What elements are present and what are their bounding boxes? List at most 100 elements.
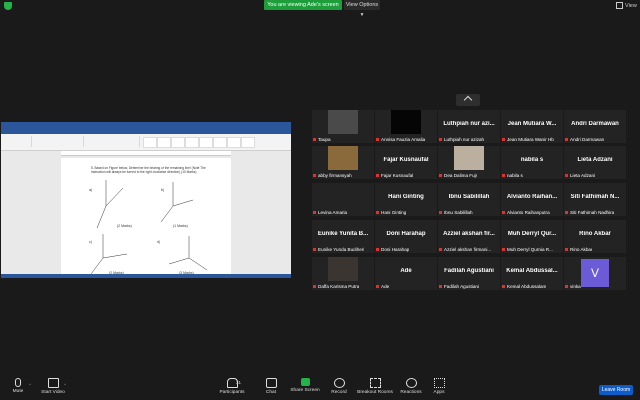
- participant-label: Luthpiah nur azizah: [439, 137, 484, 142]
- participant-tile[interactable]: Muh Derryl Qur... Muh Derryl Qurnia R...: [501, 220, 563, 253]
- mute-button[interactable]: Mute: [10, 378, 26, 394]
- muted-mic-icon: [439, 211, 442, 215]
- participant-tile[interactable]: Annisa Fauzia Amalia: [375, 110, 437, 143]
- breakout-rooms-button[interactable]: Breakout Rooms: [356, 378, 394, 395]
- participant-label: Levina Amaria: [313, 210, 347, 215]
- participant-tile[interactable]: Fadilah Agustiani Fadilah Agustiani: [438, 257, 500, 290]
- participant-tile[interactable]: Luthpiah nur azi... Luthpiah nur azizah: [438, 110, 500, 143]
- word-ruler: [61, 151, 231, 156]
- muted-mic-icon: [376, 174, 379, 178]
- top-bar: You are viewing Ade's screen View Option…: [0, 0, 640, 18]
- participant-name: Azziel akshan fir...: [443, 231, 495, 237]
- participant-tile[interactable]: Kemal Abdussal... Kemal Abdussalam: [501, 257, 563, 290]
- reactions-button[interactable]: Reactions: [398, 378, 424, 395]
- participant-label: vinka: [565, 284, 581, 289]
- participant-tile[interactable]: nabila s nabila s: [501, 146, 563, 179]
- muted-mic-icon: [502, 285, 505, 289]
- participant-label-text: Lieta Adzani: [570, 173, 596, 178]
- viewing-screen-banner: You are viewing Ade's screen: [264, 0, 342, 10]
- participant-tile[interactable]: Levina Amaria: [312, 183, 374, 216]
- participant-tile[interactable]: Rino Akbar Rino Akbar: [564, 220, 626, 253]
- view-button[interactable]: View: [616, 2, 637, 9]
- participant-label-text: vinka: [570, 284, 581, 289]
- muted-mic-icon: [502, 248, 505, 252]
- participant-label: Dea Dalima Fujr: [439, 173, 477, 178]
- view-options-button[interactable]: View Options ▾: [344, 0, 380, 18]
- muted-mic-icon: [502, 138, 505, 142]
- participant-tile[interactable]: Taupa: [312, 110, 374, 143]
- apps-button[interactable]: Apps: [430, 378, 448, 395]
- chat-button[interactable]: Chat: [262, 378, 280, 395]
- participant-tile[interactable]: Azziel akshan fir... Azziel akshan firma…: [438, 220, 500, 253]
- participant-tile[interactable]: Eunike Yunita B... Eunike Yunda Budiheri: [312, 220, 374, 253]
- ribbon-style: [227, 137, 241, 148]
- participant-label: Eunike Yunda Budiheri: [313, 247, 364, 252]
- participant-tile[interactable]: Ade Ade: [375, 257, 437, 290]
- marks-a: (2 Marks): [117, 224, 132, 228]
- muted-mic-icon: [502, 174, 505, 178]
- participant-label: Fajar Kusnaufal: [376, 173, 413, 178]
- reactions-label: Reactions: [400, 390, 422, 395]
- participant-name: Jean Mutiara W...: [507, 121, 557, 127]
- participant-label-text: Fajar Kusnaufal: [381, 173, 414, 178]
- participant-tile[interactable]: Andri Darmawan Andri Darmawan: [564, 110, 626, 143]
- ribbon-style: [171, 137, 185, 148]
- participant-tile[interactable]: Jean Mutiara W... Jean Mutiara Wanir Hb: [501, 110, 563, 143]
- muted-mic-icon: [376, 138, 379, 142]
- participant-label: Siti Fathimah Nadhira: [565, 210, 614, 215]
- record-button[interactable]: Record: [328, 378, 350, 395]
- participant-label-text: Daffa Karisma Putra: [318, 284, 360, 289]
- ribbon-paragraph-group: [85, 136, 140, 147]
- muted-mic-icon: [376, 248, 379, 252]
- start-video-button[interactable]: Start Video: [40, 378, 66, 395]
- muted-mic-icon: [502, 211, 505, 215]
- encryption-shield-icon[interactable]: [4, 2, 12, 10]
- share-screen-icon: [300, 378, 310, 386]
- participant-tile[interactable]: Doni Harahap Doni Harahap: [375, 220, 437, 253]
- muted-mic-icon: [439, 248, 442, 252]
- participant-name: Muh Derryl Qur...: [507, 231, 557, 237]
- microphone-icon: [15, 378, 21, 387]
- muted-mic-icon: [376, 211, 379, 215]
- participant-tile[interactable]: Daffa Karisma Putra: [312, 257, 374, 290]
- leave-room-button[interactable]: Leave Room: [599, 385, 633, 395]
- share-screen-button[interactable]: Share Screen: [290, 378, 320, 393]
- reactions-icon: [405, 378, 417, 388]
- participant-label: Doni Harahap: [376, 247, 409, 252]
- participant-label-text: Annisa Fauzia Amalia: [381, 137, 426, 142]
- share-screen-label: Share Screen: [290, 388, 320, 393]
- video-options-chevron-icon[interactable]: ^: [64, 382, 66, 387]
- ribbon-style: [241, 137, 255, 148]
- participant-label: Muh Derryl Qurnia R...: [502, 247, 553, 252]
- participants-button[interactable]: Participants: [218, 378, 246, 395]
- participants-count: 31: [236, 380, 242, 385]
- muted-mic-icon: [565, 138, 568, 142]
- participant-tile[interactable]: Ibnu Sabilillah Ibnu Sabilillah: [438, 183, 500, 216]
- participant-tile[interactable]: Lieta Adzani Lieta Adzani: [564, 146, 626, 179]
- participant-tile[interactable]: Dea Dalima Fujr: [438, 146, 500, 179]
- muted-mic-icon: [565, 174, 568, 178]
- participant-label: Kemal Abdussalam: [502, 284, 546, 289]
- participant-label: Alvianto Raihanputra: [502, 210, 550, 215]
- participant-label-text: Dea Dalima Fujr: [444, 173, 478, 178]
- participant-name: Fadilah Agustiani: [444, 268, 494, 274]
- gallery-page-up-button[interactable]: [456, 94, 480, 106]
- audio-options-chevron-icon[interactable]: ^: [29, 382, 31, 387]
- participant-label-text: Taupa: [318, 137, 331, 142]
- participant-tile[interactable]: Fajar Kusnaufal Fajar Kusnaufal: [375, 146, 437, 179]
- meeting-toolbar: Mute ^ Start Video ^ Participants 31 Cha…: [0, 376, 640, 400]
- participant-tile[interactable]: Alvianto Raihan... Alvianto Raihanputra: [501, 183, 563, 216]
- participant-tile[interactable]: Hani Ginting Hani Ginting: [375, 183, 437, 216]
- participant-name: Lieta Adzani: [577, 157, 613, 163]
- participant-photo: [328, 110, 358, 134]
- participant-label-text: Ibnu Sabilillah: [444, 210, 473, 215]
- participant-name: Andri Darmawan: [571, 121, 619, 127]
- video-camera-icon: [47, 378, 59, 388]
- participant-label-text: Hani Ginting: [381, 210, 407, 215]
- participant-tile[interactable]: V vinka: [564, 257, 626, 290]
- participant-label: Ade: [376, 284, 389, 289]
- participant-tile[interactable]: abby firmansyah: [312, 146, 374, 179]
- participant-label-text: Azziel akshan firmani...: [444, 247, 492, 252]
- participant-label-text: Luthpiah nur azizah: [444, 137, 485, 142]
- participant-tile[interactable]: Siti Fathimah N... Siti Fathimah Nadhira: [564, 183, 626, 216]
